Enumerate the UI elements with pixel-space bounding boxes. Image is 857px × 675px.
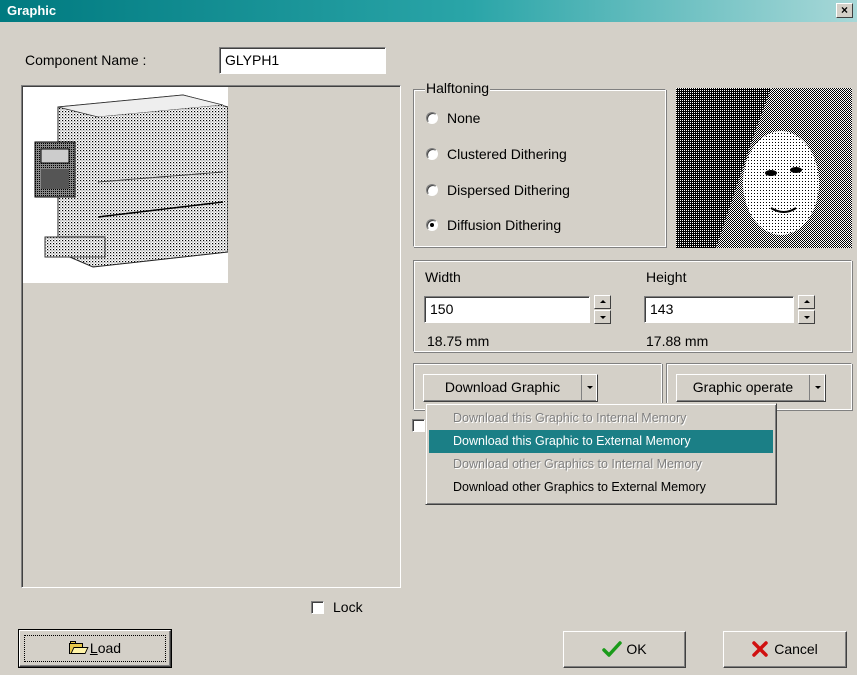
width-spin-down-icon[interactable] <box>594 310 611 324</box>
graphic-preview-area <box>21 85 401 588</box>
radio-button[interactable] <box>426 148 438 160</box>
ok-label: OK <box>626 641 647 657</box>
radio-label: Diffusion Dithering <box>447 217 562 233</box>
radio-button[interactable] <box>426 112 438 124</box>
halftone-sample-image <box>676 88 852 248</box>
graphic-operate-button[interactable]: Graphic operate <box>676 374 826 402</box>
download-dropdown-menu: Download this Graphic to Internal Memory… <box>425 403 777 505</box>
radio-button[interactable] <box>426 219 438 231</box>
width-label: Width <box>425 269 461 285</box>
graphic-operate-label: Graphic operate <box>692 379 794 395</box>
load-label: oad <box>97 640 122 656</box>
height-label: Height <box>646 269 687 285</box>
ok-button[interactable]: OK <box>563 631 686 668</box>
radio-label: Clustered Dithering <box>447 146 567 162</box>
x-icon <box>752 641 768 657</box>
hidden-checkbox[interactable] <box>412 419 425 432</box>
radio-diffusion-dithering[interactable]: Diffusion Dithering <box>426 217 561 235</box>
width-spinner[interactable] <box>594 295 611 324</box>
load-button[interactable]: Load <box>18 629 172 668</box>
height-spinner[interactable] <box>798 295 815 324</box>
radio-dispersed-dithering[interactable]: Dispersed Dithering <box>426 182 570 200</box>
cancel-button[interactable]: Cancel <box>723 631 847 668</box>
window-title: Graphic <box>7 3 57 18</box>
menu-item-download-this-external[interactable]: Download this Graphic to External Memory <box>429 430 773 453</box>
halftoning-group-label: Halftoning <box>425 80 491 96</box>
menu-item-download-other-external[interactable]: Download other Graphics to External Memo… <box>429 476 773 499</box>
printer-image <box>23 87 229 283</box>
radio-clustered-dithering[interactable]: Clustered Dithering <box>426 146 567 164</box>
width-input[interactable]: 150 <box>424 296 590 323</box>
load-mnemonic: L <box>89 640 98 656</box>
radio-none[interactable]: None <box>426 110 480 128</box>
width-spin-up-icon[interactable] <box>594 295 611 309</box>
title-bar: Graphic × <box>0 0 857 22</box>
chevron-down-icon[interactable] <box>809 375 825 401</box>
height-mm-value: 17.88 mm <box>646 333 709 349</box>
radio-label: None <box>447 110 481 126</box>
width-mm-value: 18.75 mm <box>427 333 490 349</box>
height-spin-up-icon[interactable] <box>798 295 815 309</box>
close-icon[interactable]: × <box>836 3 853 18</box>
download-graphic-label: Download Graphic <box>444 379 561 395</box>
radio-button[interactable] <box>426 184 438 196</box>
component-name-input[interactable]: GLYPH1 <box>219 47 386 74</box>
cancel-label: Cancel <box>774 641 818 657</box>
chevron-down-icon[interactable] <box>581 375 597 401</box>
height-spin-down-icon[interactable] <box>798 310 815 324</box>
lock-label: Lock <box>333 599 363 615</box>
menu-item-download-this-internal[interactable]: Download this Graphic to Internal Memory <box>429 407 773 430</box>
menu-item-download-other-internal[interactable]: Download other Graphics to Internal Memo… <box>429 453 773 476</box>
checkmark-icon <box>602 641 623 657</box>
component-name-label: Component Name : <box>25 52 147 68</box>
download-graphic-button[interactable]: Download Graphic <box>423 374 598 402</box>
folder-open-icon <box>68 641 89 655</box>
height-input[interactable]: 143 <box>644 296 794 323</box>
lock-checkbox[interactable] <box>311 601 324 614</box>
radio-label: Dispersed Dithering <box>447 182 570 198</box>
